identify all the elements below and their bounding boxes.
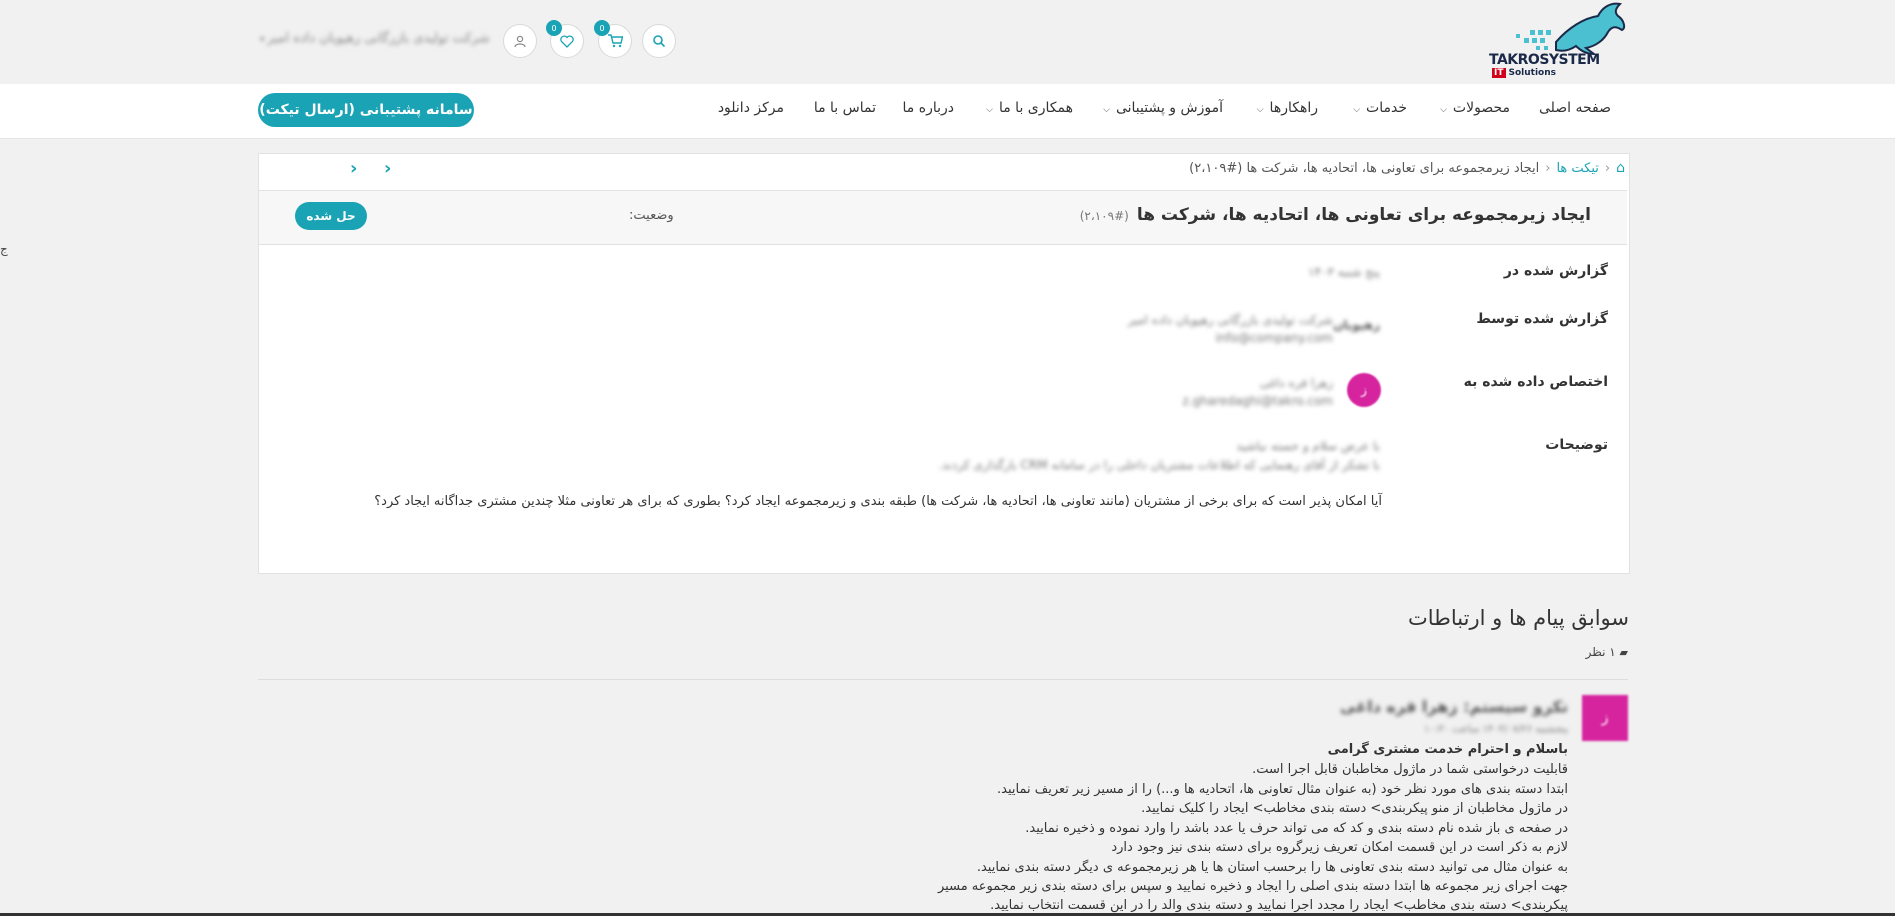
chevron-right-icon: › — [384, 158, 392, 179]
nav-item-contact[interactable]: تماس با ما — [814, 100, 876, 116]
comment-count-text: ۱ نظر — [1585, 645, 1616, 659]
next-ticket-button[interactable]: › — [384, 158, 391, 179]
heart-icon — [560, 34, 574, 48]
nav-item-home[interactable]: صفحه اصلی — [1539, 100, 1611, 116]
account-button[interactable] — [503, 24, 537, 58]
nav-label: محصولات — [1452, 100, 1510, 116]
status-badge: حل شده — [295, 202, 367, 230]
nav-label: خدمات — [1366, 100, 1407, 116]
nav-item-solutions[interactable]: راهکارها ⌵ — [1257, 100, 1318, 116]
nav-label: مرکز دانلود — [717, 100, 784, 116]
logo[interactable]: TAKROSYSTEM IT Solutions — [1486, 0, 1626, 84]
logo-subtitle: IT Solutions — [1492, 68, 1556, 78]
search-button[interactable] — [642, 24, 676, 58]
wishlist-count-badge: 0 — [546, 20, 562, 36]
nav-label: صفحه اصلی — [1538, 100, 1611, 116]
nav-item-products[interactable]: محصولات ⌵ — [1440, 100, 1510, 116]
comment-line: به عنوان مثال می توانید دسته بندی تعاونی… — [976, 860, 1568, 875]
comment-line: جهت اجرای زیر مجموعه ها ابتدا دسته بندی … — [938, 879, 1568, 894]
comment-line: ابتدا دسته بندی های مورد نظر خود (به عنو… — [997, 782, 1568, 797]
nav-label: آموزش و پشتیبانی — [1115, 100, 1223, 116]
support-ticket-button[interactable]: سامانه پشتیبانی (ارسال تیکت) — [258, 93, 474, 127]
reported-at-label: گزارش شده در — [1503, 263, 1608, 279]
cart-count-badge: 0 — [594, 20, 610, 36]
logo-it-badge: IT — [1492, 68, 1506, 78]
assigned-email: z.gharedaghi@takro.com — [1182, 394, 1333, 408]
user-name-dropdown[interactable]: ▾ شرکت تولیدی بازرگانی رهپویان داده امیر — [260, 31, 490, 46]
home-icon[interactable]: ⌂ — [1616, 160, 1625, 176]
nav-item-about[interactable]: درباره ما — [903, 100, 954, 116]
nav-item-services[interactable]: خدمات ⌵ — [1353, 100, 1407, 116]
ticket-question: آیا امکان پذیر است که برای برخی از مشتری… — [374, 494, 1382, 509]
comment-line: در ماژول مخاطبان از منو پیکربندی> دسته ب… — [1141, 801, 1568, 816]
history-title: سوابق پیام ها و ارتباطات — [1408, 606, 1629, 630]
reported-by-email: info@company.com — [1215, 331, 1333, 345]
breadcrumb-tickets-link[interactable]: تیکت ها — [1556, 161, 1598, 176]
nav-label: همکاری با ما — [998, 100, 1073, 116]
description-line: با عرض سلام و خسته نباشید — [1236, 439, 1380, 453]
breadcrumb-separator: ‹ — [1604, 161, 1611, 176]
logo-text: TAKROSYSTEM — [1489, 52, 1600, 68]
avatar: ز — [1347, 373, 1381, 407]
comment-author: تکرو سیستم: زهرا قره داغی — [1340, 697, 1568, 716]
chevron-down-icon: ⌵ — [1103, 105, 1110, 115]
user-icon — [514, 35, 526, 47]
search-icon — [653, 35, 666, 48]
reported-by-name: شرکت تولیدی بازرگانی رهپویان داده امیر — [1127, 313, 1333, 327]
breadcrumb: ⌂ ‹ تیکت ها ‹ ایجاد زیرمجموعه برای تعاونی ها… — [1150, 160, 1625, 182]
nav-item-download[interactable]: مرکز دانلود — [718, 100, 784, 116]
ticket-title-row: ایجاد زیرمجموعه برای تعاونی ها، اتحادیه … — [259, 190, 1627, 245]
comment-line: باسلام و احترام خدمت مشتری گرامی — [1327, 742, 1568, 757]
reported-at-value: پنج شنبه ۱۴۰۳ — [1308, 265, 1380, 279]
breadcrumb-separator: ‹ — [1545, 161, 1551, 176]
logo-sub-text: Solutions — [1508, 68, 1557, 78]
chevron-down-icon: ⌵ — [1353, 105, 1361, 115]
status-label: وضعیت: — [629, 208, 674, 223]
comment-count: ▰ ۱ نظر — [1586, 645, 1628, 659]
nav-item-training-support[interactable]: آموزش و پشتیبانی ⌵ — [1103, 100, 1223, 116]
ticket-title: ایجاد زیرمجموعه برای تعاونی ها، اتحادیه … — [1080, 205, 1591, 225]
reported-by-avatar: رهپویان — [1333, 318, 1380, 332]
assigned-name: زهرا قره داغی — [1259, 376, 1333, 390]
nav-label: تماس با ما — [813, 100, 876, 116]
comment-line: لازم به ذکر است در این قسمت امکان تعریف … — [1111, 840, 1568, 855]
comment-meta: پنجشنبه ۱۴۰۳/۰۷/۲۶ ساعت ۱۰:۳۰ — [1424, 724, 1568, 735]
chevron-down-icon: ⌵ — [1440, 105, 1447, 115]
chevron-right-icon: › — [350, 158, 358, 179]
prev-ticket-button[interactable]: › — [350, 158, 357, 179]
divider — [258, 679, 1628, 680]
comment-line: قابلیت درخواستی شما در ماژول مخاطبان قاب… — [1252, 762, 1568, 777]
ticket-title-text: ایجاد زیرمجموعه برای تعاونی ها، اتحادیه … — [1136, 205, 1591, 225]
nav-label: راهکارها — [1269, 100, 1318, 116]
comment-line: در صفحه ی باز شده نام دسته بندی و کد که … — [1025, 821, 1568, 836]
assigned-to-label: اختصاص داده شده به — [1463, 374, 1608, 390]
breadcrumb-current: ایجاد زیرمجموعه برای تعاونی ها، اتحادیه … — [1189, 161, 1540, 176]
user-name: شرکت تولیدی بازرگانی رهپویان داده امیر — [267, 31, 490, 46]
comments-icon: ▰ — [1619, 646, 1628, 659]
description-label: توضیحات — [1545, 437, 1608, 453]
comment-line: پیکربندی> دسته بندی مخاطب> ایجاد را مجدد… — [990, 898, 1568, 913]
description-line: با تشکر از آقای رهنمایی که اطلاعات مشتری… — [938, 458, 1380, 472]
chevron-down-icon: ⌵ — [986, 105, 993, 115]
ticket-number: (#۲،۱۰۹) — [1079, 209, 1129, 223]
side-mark: ج — [0, 242, 8, 256]
reported-by-label: گزارش شده توسط — [1476, 311, 1608, 327]
chevron-down-icon: ⌵ — [1256, 105, 1264, 115]
cart-icon — [608, 34, 623, 48]
nav-label: درباره ما — [902, 100, 954, 116]
horse-logo-icon — [1516, 2, 1626, 56]
avatar: ز — [1582, 695, 1628, 741]
nav-item-cooperation[interactable]: همکاری با ما ⌵ — [986, 100, 1073, 116]
